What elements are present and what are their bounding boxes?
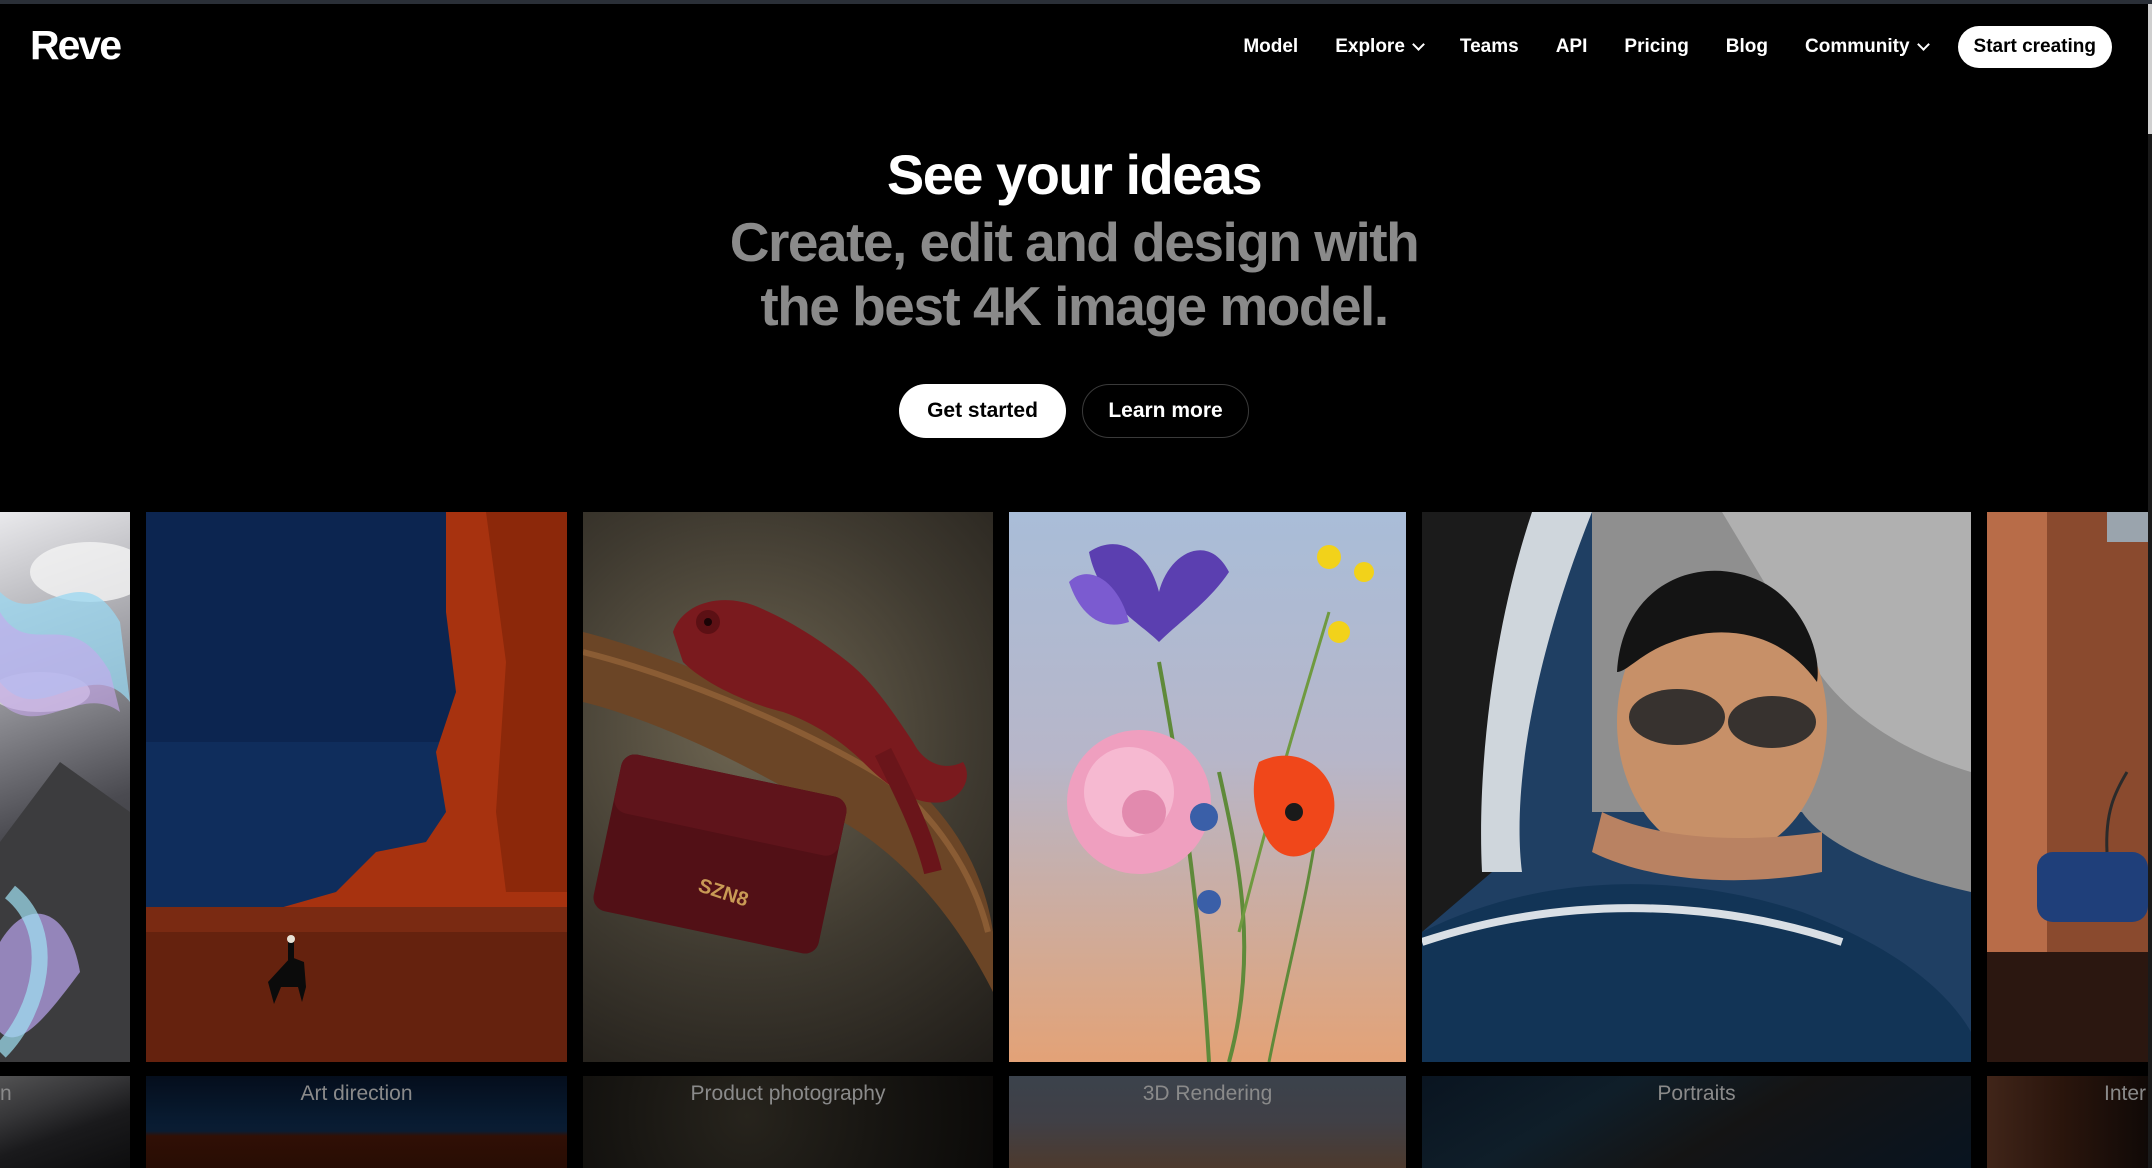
logo[interactable]: Reve <box>30 22 122 69</box>
gallery-image: SZN8 <box>583 512 993 1062</box>
gallery-caption: Inter <box>2104 1082 2147 1105</box>
hero-cta-group: Get started Learn more <box>0 384 2148 438</box>
image-gallery: n Art direction SZN8 Product photography… <box>0 512 2148 1168</box>
gallery-caption: Product photography <box>690 1082 886 1105</box>
get-started-button[interactable]: Get started <box>899 384 1066 438</box>
nav-community[interactable]: Community <box>1805 36 1930 58</box>
gallery-image <box>146 512 567 1062</box>
gallery-image <box>1009 512 1406 1062</box>
gallery-caption: Portraits <box>1657 1082 1736 1105</box>
hero: See your ideas Create, edit and design w… <box>0 140 2148 338</box>
abstract-swirl-image <box>0 542 130 1062</box>
interior-image <box>1987 512 2148 1062</box>
chameleon-image: SZN8 <box>583 600 993 992</box>
nav-label: Pricing <box>1624 36 1689 57</box>
gallery-caption: n <box>0 1082 12 1105</box>
scrollbar-thumb[interactable] <box>2148 4 2152 134</box>
chevron-down-icon <box>1412 37 1425 51</box>
main-nav: Model Explore Teams API Pricing Blog Com… <box>1206 26 2112 68</box>
nav-label: Community <box>1805 36 1910 57</box>
nav-label: API <box>1555 36 1588 57</box>
hero-title: See your ideas <box>886 143 1263 206</box>
learn-more-button[interactable]: Learn more <box>1082 384 1249 438</box>
gallery-image <box>1987 512 2148 1062</box>
desert-rider-image <box>146 512 567 1062</box>
nav-model[interactable]: Model <box>1243 36 1298 58</box>
nav-label: Explore <box>1335 36 1405 57</box>
portrait-image <box>1422 512 1971 1062</box>
nav-blog[interactable]: Blog <box>1726 36 1768 58</box>
flowers-image <box>1067 544 1374 1062</box>
start-creating-button[interactable]: Start creating <box>1957 26 2112 68</box>
site-header: Reve Model Explore Teams API Pricing Blo… <box>0 4 2148 90</box>
nav-label: Blog <box>1725 36 1769 57</box>
nav-label: Teams <box>1459 36 1519 57</box>
nav-explore[interactable]: Explore <box>1335 36 1425 58</box>
nav-label: Model <box>1243 36 1299 57</box>
hero-subtitle: Create, edit and design with the best 4K… <box>729 211 1420 337</box>
chevron-down-icon <box>1916 37 1930 51</box>
gallery-image <box>1422 512 1971 1062</box>
gallery-caption: Art direction <box>300 1082 413 1105</box>
nav-teams[interactable]: Teams <box>1460 36 1519 58</box>
scrollbar-track[interactable] <box>2148 4 2152 1168</box>
nav-pricing[interactable]: Pricing <box>1624 36 1688 58</box>
gallery-image <box>0 512 130 1062</box>
nav-api[interactable]: API <box>1556 36 1588 58</box>
gallery-caption: 3D Rendering <box>1142 1082 1273 1105</box>
